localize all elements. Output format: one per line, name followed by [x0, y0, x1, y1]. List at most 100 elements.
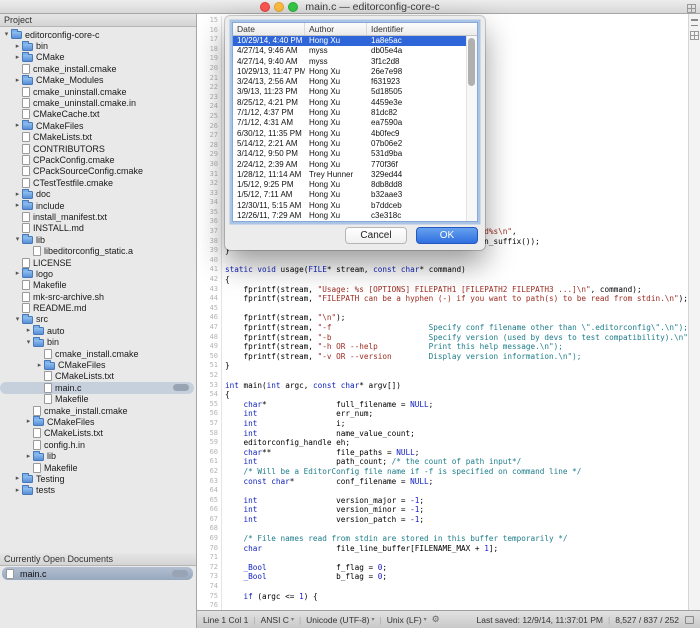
tree-item[interactable]: libeditorconfig_static.a [0, 245, 196, 256]
ok-button[interactable]: OK [416, 227, 478, 244]
tree-item[interactable]: cmake_uninstall.cmake.in [0, 97, 196, 108]
tree-item[interactable]: cmake_install.cmake [0, 348, 196, 359]
revision-row[interactable]: 1/5/12, 7:11 AM Hong Xu b32aae3 [233, 190, 477, 200]
disclosure-triangle[interactable]: ▾ [13, 314, 22, 325]
revision-row[interactable]: 5/14/12, 2:21 AM Hong Xu 07b06e2 [233, 139, 477, 149]
tree-item[interactable]: ▸ CMakeFiles [0, 120, 196, 131]
tree-item[interactable]: ▸ auto [0, 325, 196, 336]
tree-item[interactable]: ▸ CMakeFiles [0, 416, 196, 427]
fullscreen-icon[interactable] [687, 4, 696, 13]
disclosure-triangle[interactable]: ▸ [13, 268, 22, 279]
tree-item[interactable]: ▸ Testing [0, 473, 196, 484]
revision-row[interactable]: 4/27/14, 9:40 AM myss 3f1c2d8 [233, 57, 477, 67]
disclosure-triangle[interactable]: ▸ [24, 325, 33, 336]
language-selector[interactable]: ANSI C ▾ [261, 615, 294, 625]
revision-row[interactable]: 10/29/13, 11:47 PM Hong Xu 26e7e98 [233, 67, 477, 77]
revision-row[interactable]: 6/30/12, 11:35 PM Hong Xu 4b0fec9 [233, 129, 477, 139]
code-line: 75 if (argc <= 1) { [197, 592, 688, 602]
revision-identifier: 07b06e2 [367, 139, 477, 149]
scrollbar-thumb[interactable] [468, 38, 475, 86]
tree-item[interactable]: ▾ editorconfig-core-c [0, 29, 196, 40]
tree-item[interactable]: CMakeLists.txt [0, 371, 196, 382]
tree-item[interactable]: ▾ lib [0, 234, 196, 245]
revision-row[interactable]: 12/30/11, 5:15 AM Hong Xu b7ddceb [233, 201, 477, 211]
tree-item[interactable]: ▸ tests [0, 485, 196, 496]
disclosure-triangle[interactable]: ▸ [35, 360, 44, 371]
revision-row[interactable]: 4/27/14, 9:46 AM myss db05e4a [233, 46, 477, 56]
tree-item[interactable]: ▸ CMake_Modules [0, 75, 196, 86]
revision-row[interactable]: 1/28/12, 11:14 AM Trey Hunner 329ed44 [233, 170, 477, 180]
sections-icon[interactable] [690, 31, 699, 40]
tree-item[interactable]: cmake_install.cmake [0, 63, 196, 74]
disclosure-triangle[interactable]: ▸ [13, 200, 22, 211]
revision-identifier: 4b0fec9 [367, 129, 477, 139]
tree-item[interactable]: README.md [0, 302, 196, 313]
tree-item[interactable]: ▸ doc [0, 188, 196, 199]
tree-item[interactable]: ▸ CMake [0, 52, 196, 63]
revision-row[interactable]: 10/29/14, 4:40 PM Hong Xu 1a8e5ac [233, 36, 477, 46]
tree-item[interactable]: LICENSE [0, 257, 196, 268]
tree-item[interactable]: CONTRIBUTORS [0, 143, 196, 154]
revision-row[interactable]: 12/26/11, 7:29 AM Hong Xu c3e318c [233, 211, 477, 221]
line-ending-selector[interactable]: Unix (LF) ▾ [387, 615, 427, 625]
tree-item[interactable]: mk-src-archive.sh [0, 291, 196, 302]
tree-item[interactable]: Makefile [0, 462, 196, 473]
tree-item[interactable]: CPackSourceConfig.cmake [0, 166, 196, 177]
dialog-scrollbar[interactable] [466, 36, 477, 221]
tree-item[interactable]: config.h.in [0, 439, 196, 450]
tree-item[interactable]: ▸ bin [0, 40, 196, 51]
cancel-button[interactable]: Cancel [345, 227, 407, 244]
revision-row[interactable]: 7/1/12, 4:31 AM Hong Xu ea7590a [233, 118, 477, 128]
revision-row[interactable]: 3/14/12, 9:50 PM Hong Xu 531d9ba [233, 149, 477, 159]
tree-item[interactable]: CMakeLists.txt [0, 132, 196, 143]
tree-item[interactable]: ▾ src [0, 314, 196, 325]
disclosure-triangle[interactable]: ▾ [13, 234, 22, 245]
close-button[interactable] [260, 2, 270, 12]
disclosure-triangle[interactable]: ▸ [24, 416, 33, 427]
tree-item[interactable]: cmake_install.cmake [0, 405, 196, 416]
revision-row[interactable]: 3/9/13, 11:23 PM Hong Xu 5d18505 [233, 87, 477, 97]
tree-item[interactable]: INSTALL.md [0, 223, 196, 234]
column-header-identifier[interactable]: Identifier [367, 23, 477, 35]
revision-row[interactable]: 3/24/13, 2:56 AM Hong Xu f631923 [233, 77, 477, 87]
revision-row[interactable]: 2/24/12, 2:39 AM Hong Xu 770f36f [233, 160, 477, 170]
line-number: 73 [197, 572, 222, 582]
disclosure-triangle[interactable]: ▸ [13, 41, 22, 52]
tree-item[interactable]: CMakeLists.txt [0, 428, 196, 439]
tree-item[interactable]: cmake_uninstall.cmake [0, 86, 196, 97]
tree-item[interactable]: ▸ logo [0, 268, 196, 279]
revision-row[interactable]: 7/1/12, 4:37 PM Hong Xu 81dc82 [233, 108, 477, 118]
revision-row[interactable]: 8/25/12, 4:21 PM Hong Xu 4459e3e [233, 98, 477, 108]
disclosure-triangle[interactable]: ▸ [24, 451, 33, 462]
tree-item[interactable]: ▾ bin [0, 337, 196, 348]
zoom-button[interactable] [288, 2, 298, 12]
tree-item[interactable]: ▸ lib [0, 450, 196, 461]
disclosure-triangle[interactable]: ▸ [13, 189, 22, 200]
gear-icon[interactable]: ⚙ [432, 614, 440, 625]
disclosure-triangle[interactable]: ▸ [13, 485, 22, 496]
disclosure-triangle[interactable]: ▸ [13, 120, 22, 131]
revision-row[interactable]: 1/5/12, 9:25 PM Hong Xu 8db8dd8 [233, 180, 477, 190]
tree-item[interactable]: ▸ include [0, 200, 196, 211]
panel-toggle-icon[interactable] [685, 616, 694, 624]
tree-item[interactable]: install_manifest.txt [0, 211, 196, 222]
minimize-button[interactable] [274, 2, 284, 12]
column-header-author[interactable]: Author [305, 23, 367, 35]
tree-item[interactable]: CMakeCache.txt [0, 109, 196, 120]
encoding-selector[interactable]: Unicode (UTF-8) ▾ [306, 615, 374, 625]
disclosure-triangle[interactable]: ▸ [13, 473, 22, 484]
open-document-item[interactable]: main.c [2, 567, 193, 580]
bookmarks-icon[interactable] [691, 19, 698, 26]
tree-item[interactable]: ▸ CMakeFiles [0, 359, 196, 370]
tree-item[interactable]: main.c [0, 382, 194, 393]
disclosure-triangle[interactable]: ▾ [2, 29, 11, 40]
column-header-date[interactable]: Date [233, 23, 305, 35]
tree-item[interactable]: CTestTestfile.cmake [0, 177, 196, 188]
disclosure-triangle[interactable]: ▸ [13, 75, 22, 86]
tree-item[interactable]: Makefile [0, 280, 196, 291]
disclosure-triangle[interactable]: ▸ [13, 52, 22, 63]
disclosure-triangle[interactable]: ▾ [24, 337, 33, 348]
editor-scrollbar[interactable] [688, 14, 700, 610]
tree-item[interactable]: Makefile [0, 394, 196, 405]
tree-item[interactable]: CPackConfig.cmake [0, 154, 196, 165]
